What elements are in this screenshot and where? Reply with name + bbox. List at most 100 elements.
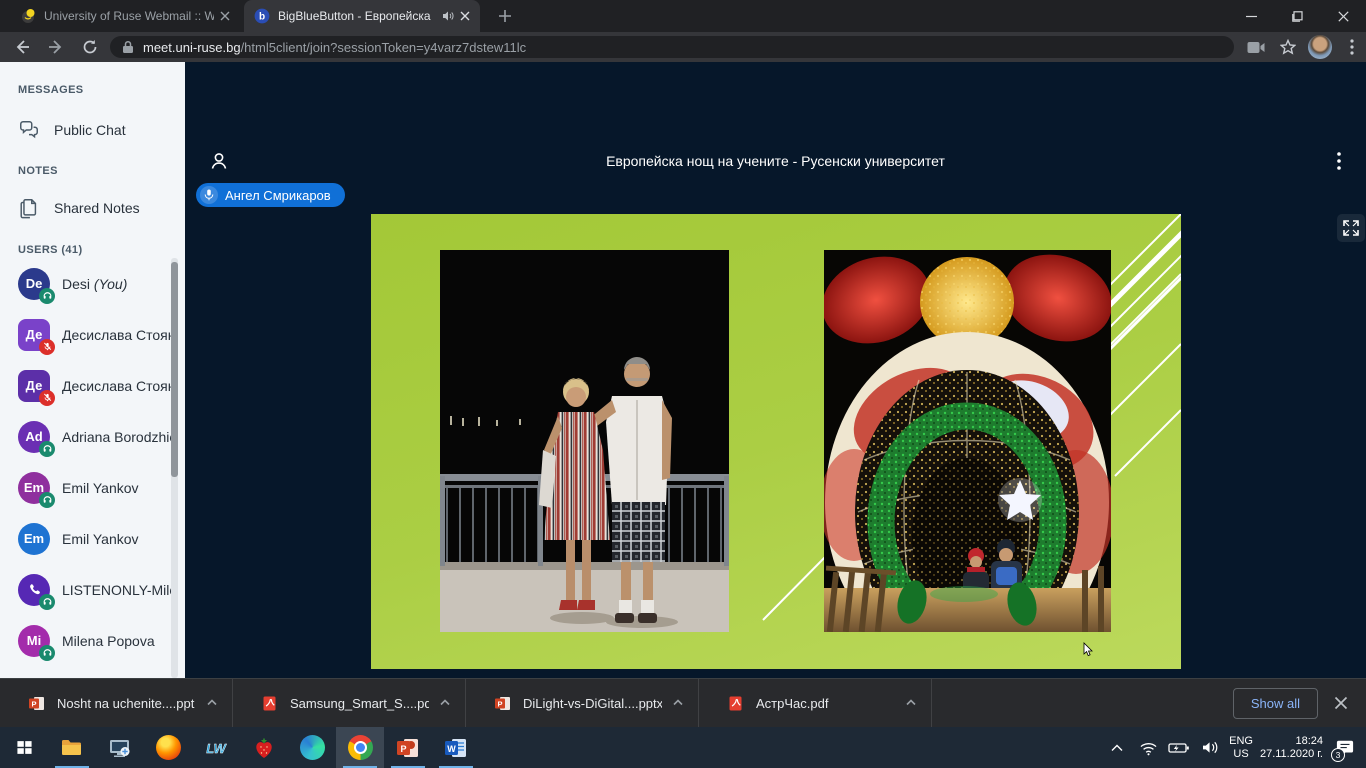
options-menu-icon[interactable] [1330, 151, 1348, 171]
downloads-close-icon[interactable] [1334, 696, 1348, 710]
taskbar-edge[interactable] [288, 727, 336, 768]
taskbar-firefox[interactable] [144, 727, 192, 768]
bbb-sidebar: MESSAGES Public Chat NOTES Shared Notes … [0, 62, 185, 678]
camera-indicator-icon[interactable] [1244, 35, 1268, 59]
browser-menu-icon[interactable] [1340, 35, 1364, 59]
webmail-favicon [20, 8, 36, 24]
tab-audio-icon[interactable] [442, 10, 454, 22]
tab-close-icon[interactable] [460, 11, 470, 21]
tab-close-icon[interactable] [220, 11, 230, 21]
reload-button[interactable] [78, 35, 102, 59]
headphones-badge-icon [39, 492, 55, 508]
volume-icon[interactable] [1198, 738, 1222, 758]
taskbar-remote-desktop[interactable] [96, 727, 144, 768]
shared-notes-label: Shared Notes [54, 200, 140, 216]
tray-chevron-icon[interactable] [1105, 738, 1129, 758]
clock-date: 27.11.2020 г. [1260, 748, 1323, 761]
user-list-item[interactable]: ДеДесислава Стоян… [0, 360, 172, 411]
user-list-item[interactable]: Де Десислава Стоян… [0, 309, 172, 360]
user-list-item[interactable]: LISTENONLY-Milena… [0, 564, 172, 615]
user-avatar: Mi [18, 625, 50, 657]
system-tray: ENG US 18:24 27.11.2020 г. 3 [1105, 727, 1366, 768]
chevron-up-icon[interactable] [672, 697, 684, 709]
user-avatar: Ad [18, 421, 50, 453]
lock-icon[interactable] [122, 40, 134, 54]
wifi-icon[interactable] [1136, 738, 1160, 758]
battery-icon[interactable] [1167, 738, 1191, 758]
tab-webmail[interactable]: University of Ruse Webmail :: We [10, 0, 240, 32]
language-bottom: US [1229, 748, 1253, 761]
tab-title: University of Ruse Webmail :: We [44, 9, 214, 23]
user-list-item[interactable]: EmEmil Yankov [0, 462, 172, 513]
url-path: /html5client/join?sessionToken=y4varz7ds… [241, 40, 527, 55]
public-chat-item[interactable]: Public Chat [0, 110, 172, 150]
user-name: Milena Popova [62, 633, 155, 649]
fullscreen-icon[interactable] [1337, 214, 1365, 242]
public-chat-label: Public Chat [54, 122, 126, 138]
mic-muted-badge-icon [39, 339, 55, 355]
mic-muted-badge-icon [39, 390, 55, 406]
sidebar-scrollbar[interactable] [171, 258, 178, 678]
taskbar-file-explorer[interactable] [48, 727, 96, 768]
action-center-icon[interactable]: 3 [1330, 736, 1360, 760]
address-bar[interactable]: meet.uni-ruse.bg/html5client/join?sessio… [110, 36, 1234, 58]
svg-text:P: P [400, 744, 406, 754]
forward-button[interactable] [44, 35, 68, 59]
presentation-slide[interactable] [371, 214, 1181, 669]
user-avatar: Де [18, 370, 50, 402]
clock-time: 18:24 [1260, 735, 1323, 748]
shared-notes-item[interactable]: Shared Notes [0, 188, 172, 228]
minimize-button[interactable] [1228, 0, 1274, 32]
talking-indicator[interactable]: Ангел Смрикаров [196, 183, 345, 207]
download-item[interactable]: P DiLight-vs-DiGital....pptx [466, 679, 699, 727]
powerpoint-file-icon: P [494, 695, 511, 712]
windows-taskbar: LW P W ENG US 18:24 27.11.2020 г. [0, 727, 1366, 768]
maximize-button[interactable] [1274, 0, 1320, 32]
users-header: USERS (41) [18, 244, 83, 256]
chat-bubbles-icon [18, 119, 40, 141]
download-item[interactable]: АстрЧас.pdf [699, 679, 932, 727]
taskbar-chrome[interactable] [336, 727, 384, 768]
notes-header: NOTES [18, 165, 58, 177]
user-list-item[interactable]: EmEmil Yankov [0, 513, 172, 564]
chevron-up-icon[interactable] [206, 697, 218, 709]
back-button[interactable] [10, 35, 34, 59]
user-avatar: De [18, 268, 50, 300]
download-file-name: DiLight-vs-DiGital....pptx [523, 696, 662, 711]
shared-notes-icon [18, 197, 40, 219]
svg-text:P: P [497, 699, 502, 708]
user-list-item[interactable]: AdAdriana Borodzhieva [0, 411, 172, 462]
taskbar-powerpoint[interactable]: P [384, 727, 432, 768]
profile-avatar[interactable] [1308, 35, 1332, 59]
language-indicator[interactable]: ENG US [1229, 735, 1253, 761]
taskbar-word[interactable]: W [432, 727, 480, 768]
user-list-item[interactable]: Mi Milena Popova [0, 615, 172, 666]
tab-bigbluebutton[interactable]: b BigBlueButton - Европейска [244, 0, 480, 32]
taskbar-lw-app[interactable]: LW [192, 727, 240, 768]
mouse-cursor [1083, 642, 1094, 657]
chevron-up-icon[interactable] [439, 697, 451, 709]
downloads-items: PNosht na uchenite....pptSamsung_Smart_S… [0, 679, 932, 727]
bbb-favicon: b [254, 8, 270, 24]
bookmark-star-icon[interactable] [1276, 35, 1300, 59]
svg-text:LW: LW [206, 741, 227, 756]
user-list-item[interactable]: DeDesi (You) [0, 258, 172, 309]
download-item[interactable]: Samsung_Smart_S....pdf [233, 679, 466, 727]
talking-user-name: Ангел Смрикаров [225, 188, 331, 203]
start-button[interactable] [0, 727, 48, 768]
scrollbar-thumb[interactable] [171, 262, 178, 477]
user-name: Десислава Стоян… [62, 327, 172, 343]
show-all-downloads-button[interactable]: Show all [1233, 688, 1318, 719]
svg-text:P: P [31, 699, 36, 708]
close-button[interactable] [1320, 0, 1366, 32]
new-tab-button[interactable] [496, 7, 514, 25]
clock[interactable]: 18:24 27.11.2020 г. [1260, 735, 1323, 761]
user-name: Emil Yankov [62, 480, 139, 496]
taskbar-strawberry-app[interactable] [240, 727, 288, 768]
chevron-up-icon[interactable] [905, 697, 917, 709]
svg-text:W: W [447, 744, 456, 754]
slide-photo-light-arch [824, 250, 1111, 632]
powerpoint-file-icon: P [28, 695, 45, 712]
user-avatar: Де [18, 319, 50, 351]
download-item[interactable]: PNosht na uchenite....ppt [0, 679, 233, 727]
